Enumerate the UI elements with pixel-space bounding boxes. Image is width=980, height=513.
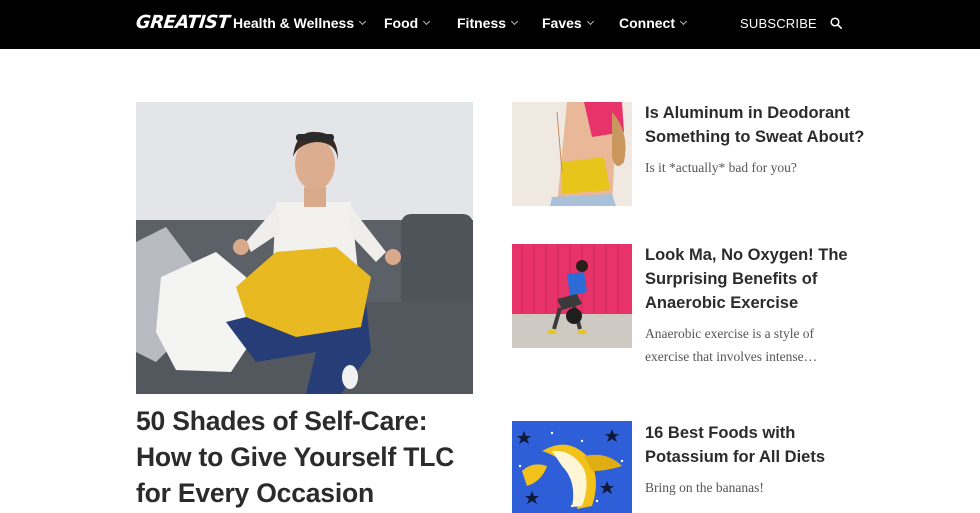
nav-item-label: Food (384, 15, 419, 31)
chevron-down-icon (510, 17, 519, 26)
article-image-deodorant[interactable] (512, 102, 632, 206)
top-nav: GREATIST Health & Wellness Food Fitness … (0, 0, 980, 49)
nav-item-label: Faves (542, 15, 582, 31)
nav-item-food[interactable]: Food (384, 15, 431, 31)
nav-item-fitness[interactable]: Fitness (457, 15, 519, 31)
chevron-down-icon (359, 17, 367, 26)
article-image-anaerobic[interactable] (512, 244, 632, 348)
hero-article-image[interactable] (136, 102, 473, 394)
article-title-potassium[interactable]: 16 Best Foods with Potassium for All Die… (645, 421, 865, 469)
chevron-down-icon (423, 17, 431, 26)
nav-item-health-wellness[interactable]: Health & Wellness (233, 15, 367, 31)
nav-item-label: Health & Wellness (233, 15, 355, 31)
nav-item-label: Fitness (457, 15, 507, 31)
chevron-down-icon (586, 17, 594, 26)
article-desc-potassium: Bring on the bananas! (645, 480, 764, 495)
article-title-anaerobic[interactable]: Look Ma, No Oxygen! The Surprising Benef… (645, 243, 865, 315)
search-icon[interactable] (830, 17, 842, 29)
nav-item-label: Connect (619, 15, 675, 31)
chevron-down-icon (679, 17, 688, 26)
subscribe-link[interactable]: SUBSCRIBE (740, 16, 817, 31)
hero-article-title[interactable]: 50 Shades of Self-Care: How to Give Your… (136, 403, 476, 511)
article-desc-anaerobic: Anaerobic exercise is a style of exercis… (645, 326, 818, 364)
article-desc-deodorant: Is it *actually* bad for you? (645, 160, 797, 175)
article-title-deodorant[interactable]: Is Aluminum in Deodorant Something to Sw… (645, 101, 865, 149)
nav-item-faves[interactable]: Faves (542, 15, 594, 31)
article-image-potassium[interactable] (512, 421, 632, 513)
nav-item-connect[interactable]: Connect (619, 15, 688, 31)
greatist-logo[interactable]: GREATIST (135, 12, 231, 33)
